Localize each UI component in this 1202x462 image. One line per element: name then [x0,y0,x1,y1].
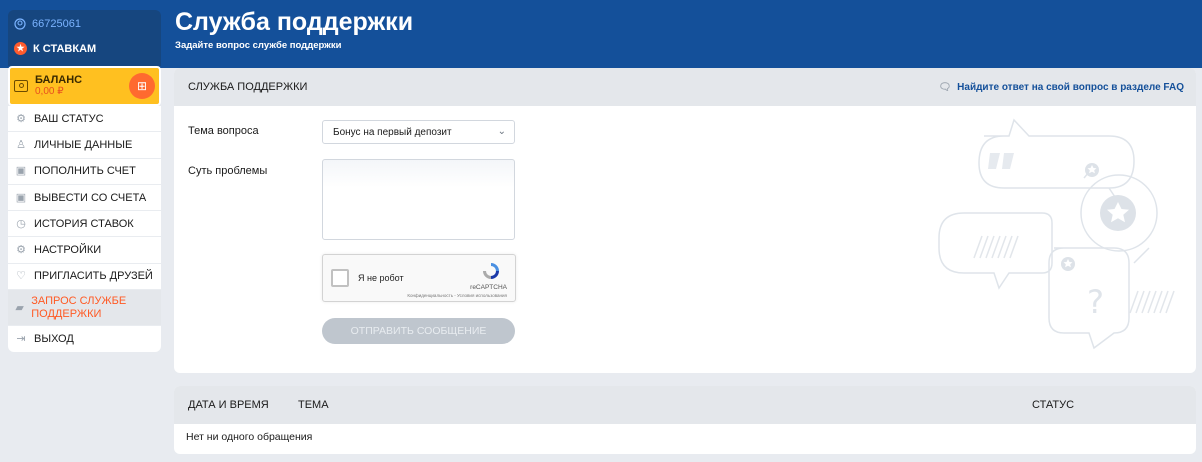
topic-select-value: Бонус на первый депозит [333,126,452,138]
add-money-icon: ⊞ [136,79,148,93]
chevron-down-icon: ⌄ [497,126,506,137]
balance-label: БАЛАНС [35,74,83,86]
sidebar-item-logout[interactable]: ⇥ ВЫХОД [8,326,161,352]
star-icon: ★ [14,42,27,55]
sidebar-item-label: ЗАПРОС СЛУЖБЕ ПОДДЕРЖКИ [31,294,127,320]
sidebar-item-label: ВАШ СТАТУС [34,112,104,125]
page-title: Служба поддержки [175,8,414,36]
balance-value: 0,00 ₽ [35,86,64,97]
sidebar-item-status[interactable]: ⚙ ВАШ СТАТУС [8,106,161,133]
withdraw-icon: ▣ [15,191,27,204]
sidebar-item-support-request[interactable]: ▰ ЗАПРОС СЛУЖБЕ ПОДДЕРЖКИ [8,290,161,327]
sidebar-item-bet-history[interactable]: ◷ ИСТОРИЯ СТАВОК [8,211,161,238]
column-date[interactable]: ДАТА И ВРЕМЯ [188,399,269,411]
card-title: СЛУЖБА ПОДДЕРЖКИ [188,81,308,93]
column-topic[interactable]: ТЕМА [298,399,329,411]
support-chat-illustration: ? [938,118,1175,350]
topic-select[interactable]: Бонус на первый депозит ⌄ [322,120,515,144]
problem-label: Суть проблемы [188,165,268,177]
sidebar-item-withdraw[interactable]: ▣ ВЫВЕСТИ СО СЧЕТА [8,185,161,212]
column-status[interactable]: СТАТУС [1032,399,1074,411]
empty-table-message: Нет ни одного обращения [186,431,313,443]
recaptcha-terms[interactable]: Конфиденциальность - Условия использован… [407,293,507,298]
recaptcha-checkbox[interactable] [331,269,349,287]
sidebar-item-label: НАСТРОЙКИ [34,244,102,257]
sidebar-menu: ⚙ ВАШ СТАТУС ♙ ЛИЧНЫЕ ДАННЫЕ ▣ ПОПОЛНИТЬ… [8,106,161,353]
invite-icon: ♡ [16,270,26,283]
faq-link-text: Найдите ответ на свой вопрос в разделе F… [957,81,1184,93]
card-header: СЛУЖБА ПОДДЕРЖКИ 🗨 Найдите ответ на свой… [174,68,1196,106]
logout-icon: ⇥ [16,333,26,346]
sidebar-item-deposit[interactable]: ▣ ПОПОЛНИТЬ СЧЕТ [8,159,161,185]
chat-icon: 🗨 [938,81,952,93]
support-form-card: СЛУЖБА ПОДДЕРЖКИ 🗨 Найдите ответ на свой… [174,68,1196,373]
sidebar-item-label: ВЫХОД [34,333,74,346]
sidebar-item-label: ПОПОЛНИТЬ СЧЕТ [34,165,136,178]
sidebar-item-label: ПРИГЛАСИТЬ ДРУЗЕЙ [34,270,153,283]
top-up-button[interactable]: ⊞ [129,73,155,99]
recaptcha-widget: Я не робот reCAPTCHA Конфиденциальность … [322,254,516,302]
to-stakes-label: К СТАВКАМ [33,42,97,55]
problem-textarea[interactable] [322,159,515,240]
recaptcha-text: Я не робот [358,273,404,283]
table-header: ДАТА И ВРЕМЯ ТЕМА СТАТУС [174,386,1196,424]
recaptcha-brand: reCAPTCHA [470,284,507,291]
sidebar-item-personal-data[interactable]: ♙ ЛИЧНЫЕ ДАННЫЕ [8,132,161,159]
recaptcha-logo-icon [483,263,499,279]
status-icon: ⚙ [16,112,26,125]
deposit-icon: ▣ [15,165,27,178]
sidebar-item-settings[interactable]: ⚙ НАСТРОЙКИ [8,237,161,264]
requests-table: ДАТА И ВРЕМЯ ТЕМА СТАТУС Нет ни одного о… [174,386,1196,454]
send-message-button[interactable]: ОТПРАВИТЬ СООБЩЕНИЕ [322,318,515,344]
history-icon: ◷ [16,217,26,230]
balance-block[interactable]: БАЛАНС 0,00 ₽ ⊞ [8,66,161,106]
sidebar-item-label: ВЫВЕСТИ СО СЧЕТА [34,191,147,204]
sidebar-item-invite-friends[interactable]: ♡ ПРИГЛАСИТЬ ДРУЗЕЙ [8,264,161,291]
account-id[interactable]: 66725061 [14,16,155,32]
sidebar-item-label: ЛИЧНЫЕ ДАННЫЕ [34,138,133,151]
sidebar-header: 66725061 ★ К СТАВКАМ [8,10,161,66]
account-id-text: 66725061 [32,18,81,30]
wallet-icon [14,80,28,92]
to-stakes-link[interactable]: ★ К СТАВКАМ [14,42,155,55]
settings-icon: ⚙ [16,244,26,257]
page-subtitle: Задайте вопрос службе поддержки [175,40,342,51]
account-icon [14,18,26,30]
support-icon: ▰ [15,301,24,314]
faq-link[interactable]: 🗨 Найдите ответ на свой вопрос в разделе… [938,82,1184,93]
svg-text:?: ? [1087,283,1104,321]
sidebar: 66725061 ★ К СТАВКАМ БАЛАНС 0,00 ₽ ⊞ ⚙ В… [8,10,161,353]
topic-label: Тема вопроса [188,125,259,137]
sidebar-item-label: ИСТОРИЯ СТАВОК [34,217,134,230]
user-icon: ♙ [16,138,26,151]
